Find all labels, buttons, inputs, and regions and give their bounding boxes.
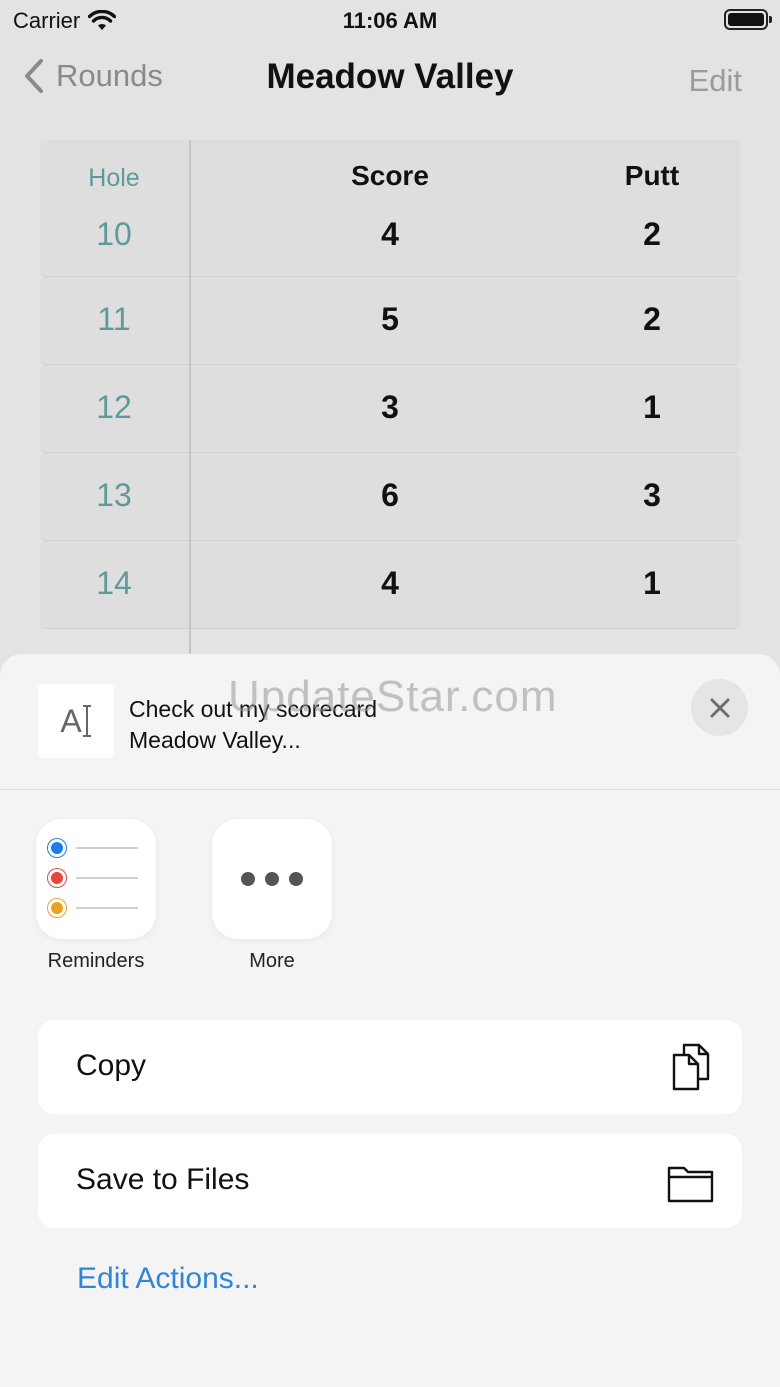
table-row[interactable]: 14 4 1 <box>40 541 740 628</box>
hole-number: 12 <box>96 389 132 425</box>
close-icon <box>710 698 729 717</box>
putt-value: 2 <box>643 216 661 252</box>
putt-value: 2 <box>643 301 661 337</box>
share-text-line2: Meadow Valley... <box>129 727 301 753</box>
table-row[interactable]: Hole Score Putt 10 4 2 <box>40 140 740 276</box>
save-to-files-label: Save to Files <box>76 1163 250 1196</box>
more-icon <box>212 819 332 939</box>
text-preview-icon: A <box>38 684 114 758</box>
putt-value: 3 <box>643 477 661 513</box>
text-cursor-icon <box>82 705 91 737</box>
score-header: Score <box>351 160 429 191</box>
hole-number: 10 <box>96 216 132 252</box>
hole-number: 11 <box>97 301 131 337</box>
share-text-line1: Check out my scorecard <box>129 696 377 722</box>
navigation-bar: Rounds Meadow Valley Edit <box>0 50 780 110</box>
score-value: 5 <box>381 301 399 337</box>
close-button[interactable] <box>691 679 748 736</box>
score-value: 3 <box>381 389 399 425</box>
clock: 11:06 AM <box>342 8 438 33</box>
share-text: Check out my scorecard Meadow Valley... <box>129 694 377 756</box>
divider <box>0 789 780 790</box>
putt-header: Putt <box>624 160 680 191</box>
more-button[interactable]: More <box>212 819 332 973</box>
copy-label: Copy <box>76 1049 147 1082</box>
table-row[interactable]: 12 3 1 <box>40 365 740 452</box>
reminders-icon <box>36 819 156 939</box>
column-divider <box>189 140 191 660</box>
hole-number: 14 <box>96 565 132 601</box>
share-sheet: A Check out my scorecard Meadow Valley..… <box>0 654 780 1387</box>
save-to-files-button[interactable]: Save to Files <box>38 1134 742 1228</box>
reminders-app-button[interactable]: Reminders <box>36 819 156 973</box>
edit-actions-link[interactable]: Edit Actions... <box>77 1262 259 1296</box>
putt-value: 1 <box>643 389 661 425</box>
putt-value: 1 <box>643 565 661 601</box>
battery-icon <box>724 9 772 30</box>
reminders-label: Reminders <box>47 950 145 972</box>
table-row[interactable]: 13 6 3 <box>40 453 740 540</box>
copy-icon <box>672 1043 710 1091</box>
folder-icon <box>667 1166 714 1203</box>
edit-button[interactable]: Edit <box>689 63 742 99</box>
score-value: 6 <box>381 477 399 513</box>
scorecard-table: Hole Score Putt 10 4 2 11 5 2 12 3 1 13 … <box>40 140 740 629</box>
copy-button[interactable]: Copy <box>38 1020 742 1114</box>
page-title: Meadow Valley <box>266 57 514 96</box>
hole-number: 13 <box>96 477 132 513</box>
table-row[interactable]: 11 5 2 <box>40 277 740 364</box>
score-value: 4 <box>381 565 399 601</box>
more-label: More <box>249 950 295 972</box>
score-value: 4 <box>381 216 399 252</box>
hole-header: Hole <box>88 164 140 192</box>
status-bar: Carrier 11:06 AM <box>0 0 780 44</box>
